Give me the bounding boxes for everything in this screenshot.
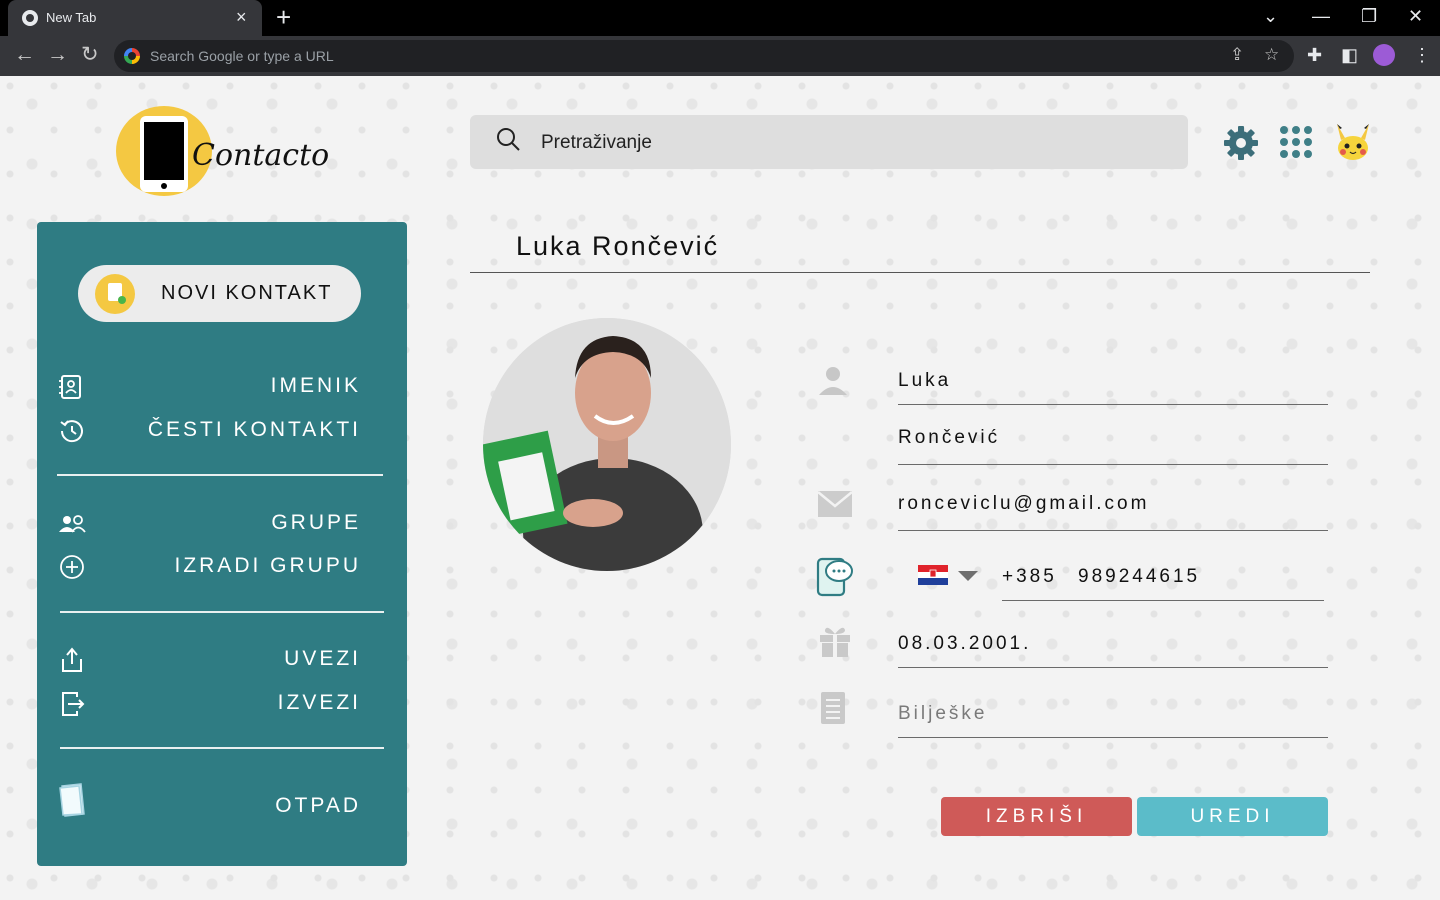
tab-search-icon[interactable]: ⌄ (1263, 6, 1278, 26)
field-underline (898, 530, 1328, 531)
add-contact-icon (95, 274, 135, 314)
field-underline (898, 737, 1328, 738)
sidebar: NOVI KONTAKT IMENIK ČESTI KONTAKTI GRUPE… (37, 222, 407, 866)
tab-title: New Tab (46, 10, 97, 25)
add-circle-icon (60, 555, 84, 579)
back-icon[interactable]: ← (14, 44, 35, 66)
browser-tab-bar: New Tab × + ⌄ — ❐ ✕ (0, 0, 1440, 36)
bookmark-star-icon[interactable]: ☆ (1264, 45, 1279, 65)
app-background: Contacto Pretraživanje NOVI KONTAKT IMEN… (0, 76, 1440, 900)
notes-field[interactable]: Bilješke (898, 703, 987, 725)
new-tab-button[interactable]: + (276, 3, 291, 31)
search-input[interactable]: Pretraživanje (470, 115, 1188, 169)
last-name-field[interactable]: Rončević (898, 427, 1000, 449)
restore-button[interactable]: ❐ (1361, 6, 1377, 26)
google-icon (124, 48, 140, 64)
field-underline (898, 404, 1328, 405)
email-field[interactable]: ronceviclu@gmail.com (898, 493, 1149, 515)
field-underline (898, 667, 1328, 668)
sidebar-item-label: UVEZI (284, 647, 361, 670)
browser-toolbar: ← → ↻ Search Google or type a URL ⇪ ☆ ✚ … (0, 36, 1440, 76)
trash-icon (59, 783, 85, 817)
browser-tab[interactable]: New Tab × (8, 0, 262, 36)
sidebar-item-grupe[interactable]: GRUPE (57, 507, 361, 541)
first-name-field[interactable]: Luka (898, 370, 951, 392)
chrome-icon (22, 10, 38, 26)
sidebar-divider (57, 474, 383, 476)
sidebar-item-izradi-grupu[interactable]: IZRADI GRUPU (57, 550, 361, 584)
sidebar-item-uvezi[interactable]: UVEZI (57, 643, 361, 677)
phone-chat-icon (816, 557, 853, 597)
person-icon (819, 367, 847, 395)
sidebar-item-imenik[interactable]: IMENIK (57, 370, 361, 404)
address-bar[interactable]: Search Google or type a URL ⇪ ☆ (114, 40, 1294, 72)
sidebar-item-cesti-kontakti[interactable]: ČESTI KONTAKTI (57, 414, 361, 448)
forward-icon[interactable]: → (47, 44, 68, 66)
profile-avatar[interactable] (1373, 44, 1395, 66)
field-underline (898, 464, 1328, 465)
search-placeholder: Pretraživanje (541, 132, 652, 153)
sidebar-item-otpad[interactable]: OTPAD (57, 783, 361, 824)
menu-icon[interactable]: ⋮ (1413, 44, 1431, 66)
upload-icon (62, 647, 82, 672)
history-icon (60, 420, 83, 443)
person-photo (483, 318, 731, 571)
contact-photo[interactable] (483, 318, 731, 571)
sidebar-divider (60, 747, 384, 749)
sidebar-item-label: GRUPE (271, 511, 361, 534)
phone-icon (140, 116, 188, 192)
sidebar-item-label: ČESTI KONTAKTI (147, 418, 361, 441)
close-window-button[interactable]: ✕ (1408, 6, 1423, 26)
group-icon (59, 515, 86, 533)
phone-prefix: +385 (1002, 566, 1057, 587)
title-divider (470, 272, 1370, 273)
share-icon[interactable]: ⇪ (1230, 45, 1244, 65)
chevron-down-icon (958, 571, 978, 581)
sidebar-item-label: OTPAD (275, 794, 361, 817)
contact-title: Luka Rončević (516, 231, 720, 261)
user-avatar-icon[interactable] (1333, 122, 1373, 162)
address-placeholder: Search Google or type a URL (150, 48, 334, 64)
country-select[interactable] (918, 565, 980, 587)
reload-icon[interactable]: ↻ (81, 44, 99, 66)
new-contact-label: NOVI KONTAKT (161, 282, 333, 304)
side-panel-icon[interactable]: ◧ (1341, 44, 1358, 66)
search-icon (497, 128, 520, 151)
contacts-book-icon (59, 375, 81, 399)
logo-text: Contacto (192, 138, 330, 173)
gift-icon (820, 627, 850, 657)
minimize-button[interactable]: — (1312, 6, 1330, 26)
sidebar-item-label: IZRADI GRUPU (174, 554, 361, 577)
settings-gear-icon[interactable] (1223, 125, 1259, 161)
sidebar-item-label: IZVEZI (277, 691, 361, 714)
close-tab-icon[interactable]: × (236, 7, 247, 27)
apps-grid-icon[interactable] (1280, 126, 1312, 158)
notes-icon (821, 692, 845, 724)
sidebar-divider (60, 611, 384, 613)
edit-button[interactable]: UREDI (1137, 797, 1328, 836)
croatia-flag-icon (918, 565, 948, 585)
field-underline (1002, 600, 1324, 601)
export-icon (62, 692, 85, 716)
sidebar-item-izvezi[interactable]: IZVEZI (57, 687, 361, 721)
email-icon (817, 491, 853, 517)
phone-number-field[interactable]: 989244615 (1078, 566, 1200, 588)
extensions-icon[interactable]: ✚ (1307, 44, 1322, 66)
sidebar-item-label: IMENIK (270, 374, 361, 397)
delete-button[interactable]: IZBRIŠI (941, 797, 1132, 836)
birthday-field[interactable]: 08.03.2001. (898, 633, 1031, 655)
new-contact-button[interactable]: NOVI KONTAKT (78, 265, 361, 322)
